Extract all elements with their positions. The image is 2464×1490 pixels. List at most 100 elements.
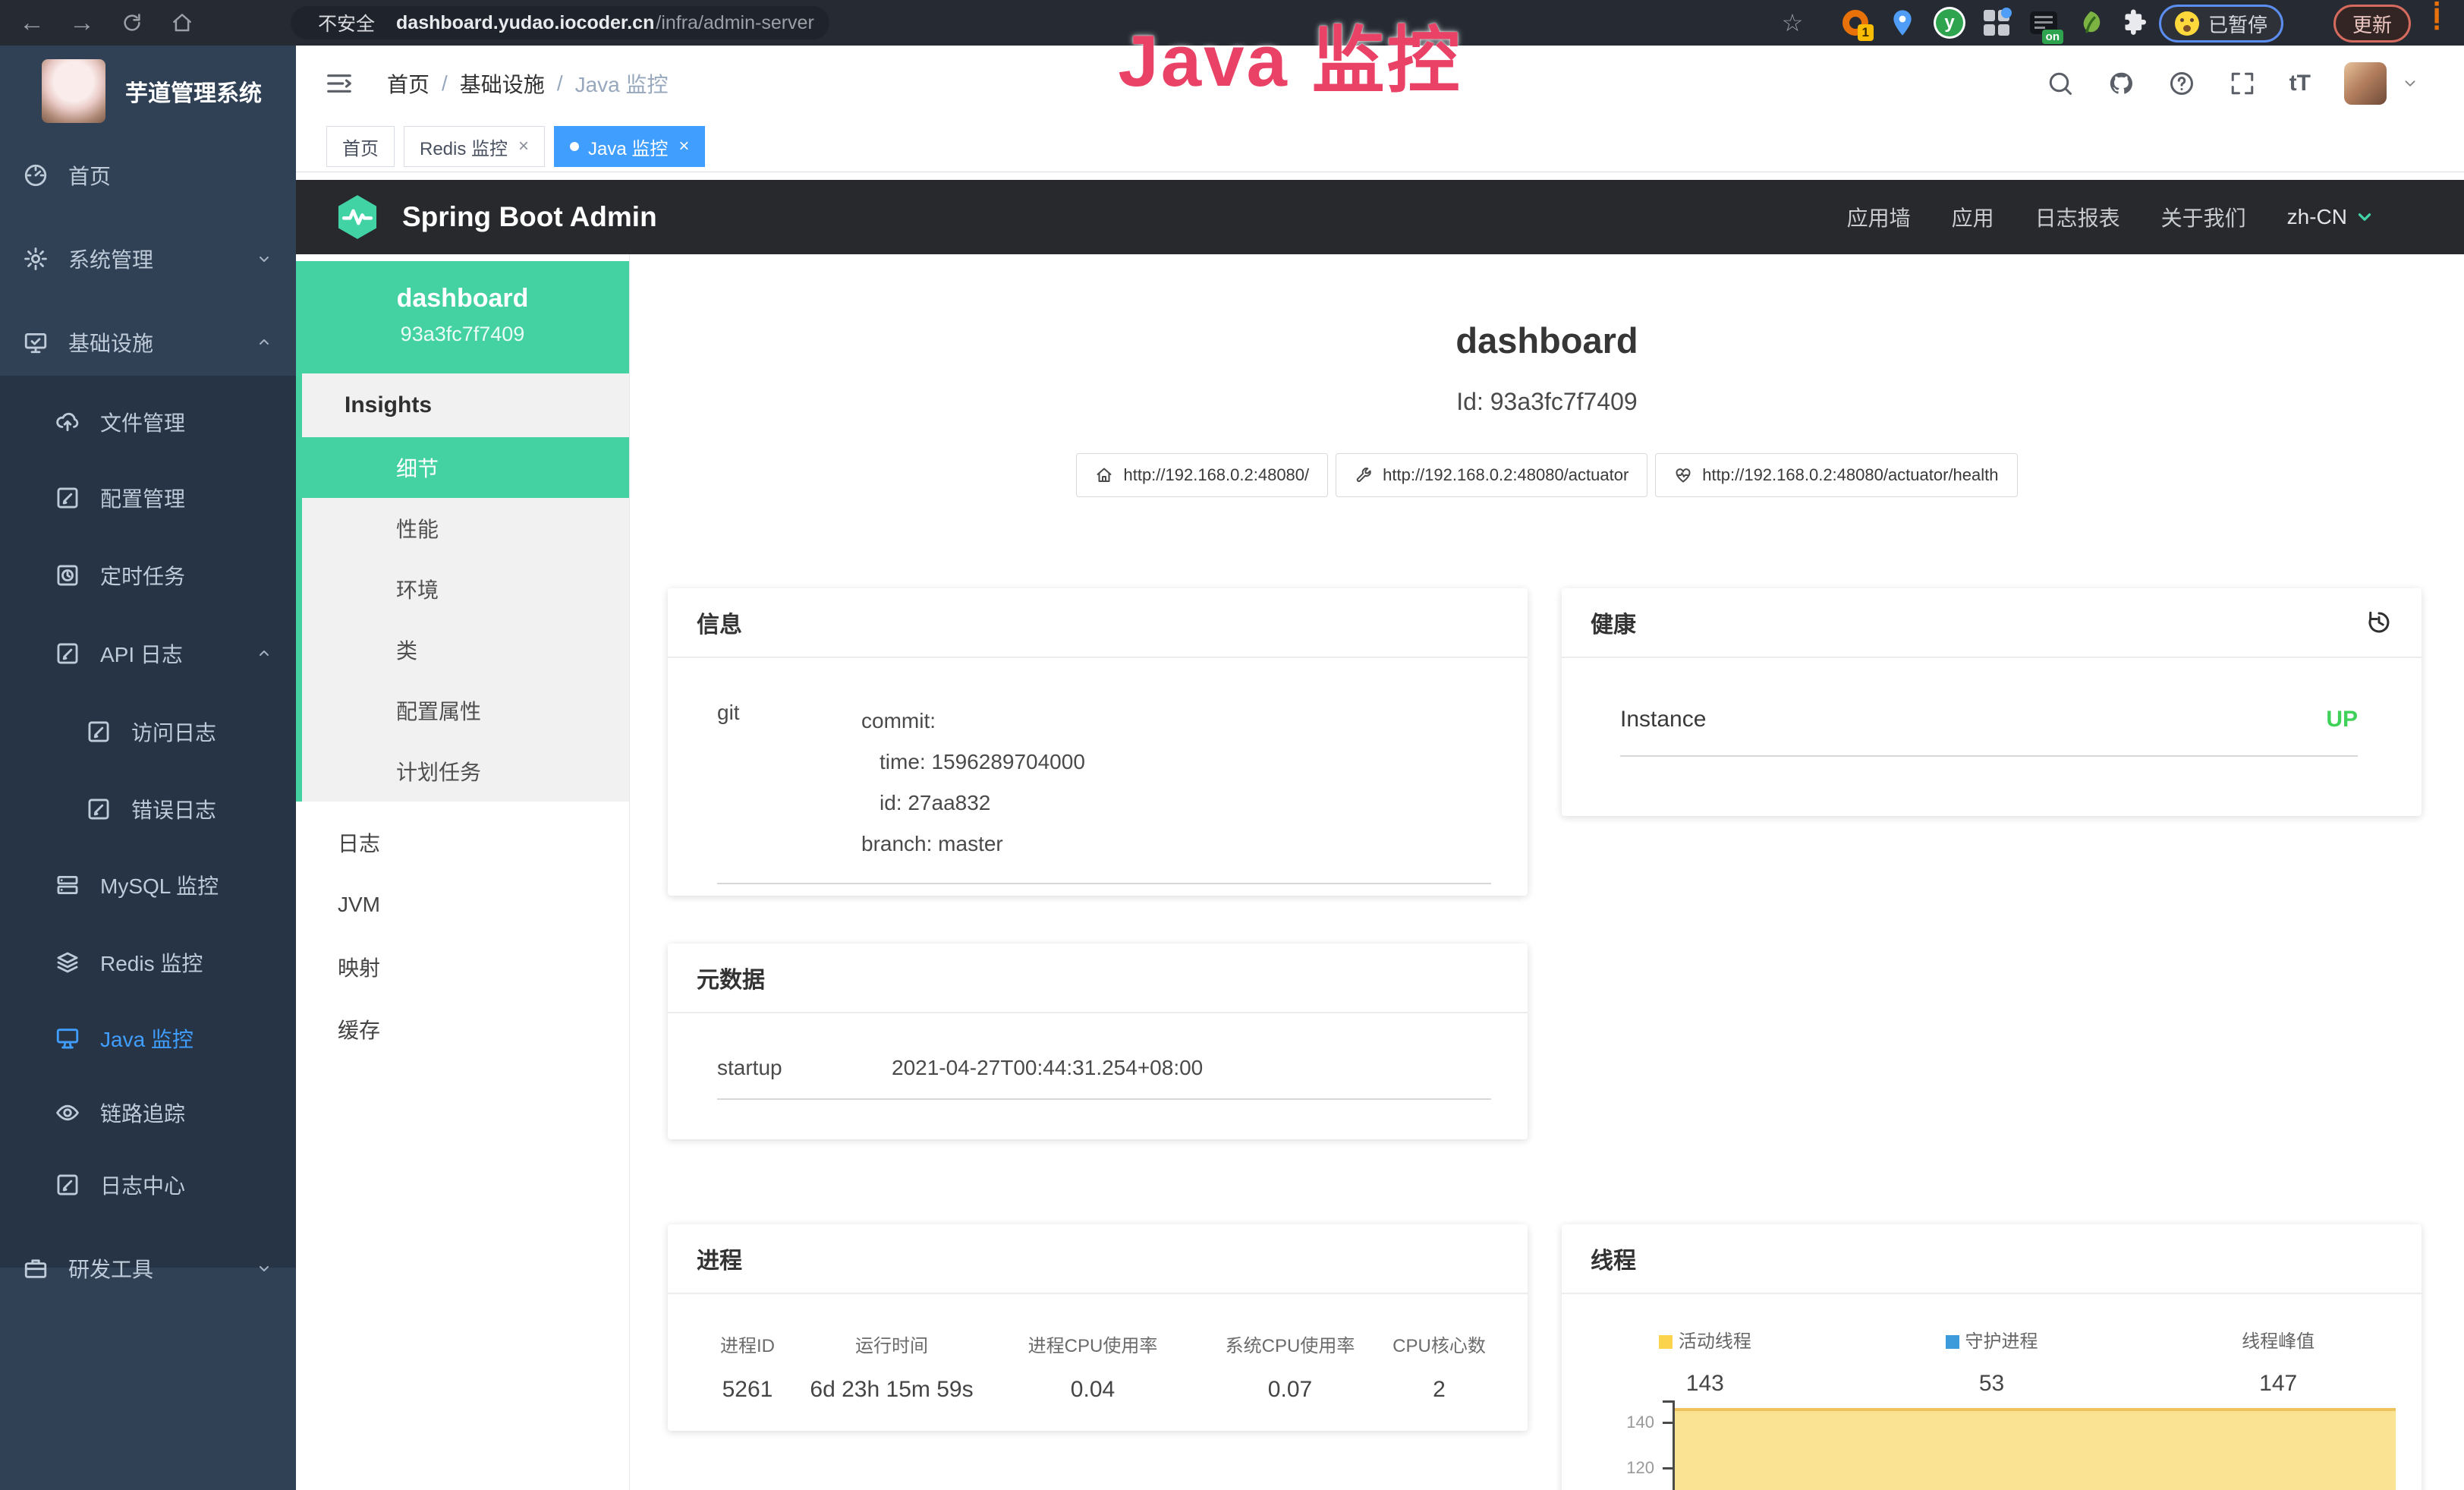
- locale-selector[interactable]: zh-CN: [2287, 205, 2374, 229]
- health-url-button[interactable]: http://192.168.0.2:48080/actuator/health: [1655, 453, 2017, 497]
- sidebar-item-infra[interactable]: 基础设施: [0, 307, 296, 377]
- user-avatar[interactable]: [2344, 62, 2387, 105]
- github-icon[interactable]: [2107, 70, 2135, 97]
- breadcrumb-home[interactable]: 首页: [387, 68, 430, 99]
- chevron-up-icon: [255, 644, 273, 663]
- font-size-icon[interactable]: tT: [2289, 71, 2311, 96]
- sba-item-mappings[interactable]: 映射: [296, 936, 629, 998]
- sba-item-environment[interactable]: 环境: [302, 559, 629, 619]
- app-logo-row[interactable]: 芋道管理系统: [42, 56, 262, 126]
- sidebar-item-api-log[interactable]: API 日志: [0, 619, 296, 688]
- profile-paused-pill[interactable]: 已暂停: [2159, 5, 2283, 43]
- help-icon[interactable]: [2168, 70, 2195, 97]
- tags-view: 首页 Redis 监控 × Java 监控 ×: [296, 121, 2464, 172]
- sidebar-item-system[interactable]: 系统管理: [0, 224, 296, 294]
- home-icon: [1095, 466, 1113, 484]
- instance-header[interactable]: dashboard 93a3fc7f7409: [296, 261, 629, 373]
- address-bar[interactable]: 不安全 dashboard.yudao.iocoder.cn /infra/ad…: [291, 6, 829, 39]
- extension-y-icon[interactable]: y: [1934, 8, 1965, 38]
- sidebar-item-java-monitor[interactable]: Java 监控: [0, 1003, 296, 1073]
- sba-content: dashboard Id: 93a3fc7f7409 http://192.16…: [630, 254, 2464, 1490]
- extension-puzzle-icon[interactable]: [2119, 8, 2150, 38]
- sidebar-item-redis-monitor[interactable]: Redis 监控: [0, 928, 296, 997]
- process-table-header: 进程ID 运行时间 进程CPU使用率 系统CPU使用率 CPU核心数: [668, 1331, 1528, 1357]
- sidebar-item-error-log[interactable]: 错误日志: [0, 774, 296, 844]
- app-sidebar: 芋道管理系统 首页 系统管理 基础设施 文件管理 配置管理 定时任务: [0, 46, 296, 1490]
- instance-name: dashboard: [296, 284, 629, 313]
- page-subtitle: Id: 93a3fc7f7409: [630, 388, 2464, 416]
- forward-icon[interactable]: →: [64, 0, 100, 46]
- threads-legend: 活动线程 守护进程 线程峰值: [1562, 1326, 2422, 1353]
- chevron-up-icon: [255, 333, 273, 351]
- hamburger-icon[interactable]: [325, 69, 354, 98]
- sba-brand-title[interactable]: Spring Boot Admin: [402, 201, 657, 233]
- threads-card: 线程 活动线程 守护进程 线程峰值 143 53 147 140 120 100: [1562, 1224, 2422, 1490]
- breadcrumb-infra[interactable]: 基础设施: [460, 68, 545, 99]
- bookmark-star-icon[interactable]: ☆: [1774, 0, 1811, 46]
- sba-logo-icon[interactable]: [332, 192, 382, 242]
- extension-grid-icon[interactable]: [1981, 8, 2012, 38]
- legend-yellow-swatch: [1659, 1335, 1673, 1349]
- extension-pin-icon[interactable]: [1887, 8, 1918, 38]
- sba-item-scheduled[interactable]: 计划任务: [302, 741, 629, 802]
- gauge-icon: [23, 162, 49, 188]
- reload-icon[interactable]: [114, 0, 150, 46]
- tab-redis-monitor[interactable]: Redis 监控 ×: [404, 126, 545, 167]
- sidebar-item-config-manage[interactable]: 配置管理: [0, 463, 296, 533]
- edit-square-icon: [86, 719, 112, 745]
- metadata-card-title: 元数据: [668, 943, 1528, 1013]
- update-button[interactable]: 更新: [2333, 5, 2411, 43]
- security-label[interactable]: 不安全: [318, 9, 375, 36]
- edit-square-icon: [86, 796, 112, 822]
- threads-chart: 140 120 100: [1606, 1400, 2400, 1490]
- extension-leaf-icon[interactable]: [2075, 8, 2106, 38]
- home-icon[interactable]: [164, 0, 200, 46]
- actuator-url-button[interactable]: http://192.168.0.2:48080/actuator: [1336, 453, 1647, 497]
- sidebar-item-file-manage[interactable]: 文件管理: [0, 387, 296, 457]
- sba-nav-wallboard[interactable]: 应用墙: [1847, 202, 1911, 232]
- history-icon[interactable]: [2365, 609, 2393, 636]
- sidebar-item-home[interactable]: 首页: [0, 140, 296, 210]
- info-key: git: [717, 701, 861, 865]
- sba-nav-journal[interactable]: 日志报表: [2035, 202, 2120, 232]
- caret-down-icon[interactable]: [2402, 75, 2418, 92]
- sidebar-item-scheduled-tasks[interactable]: 定时任务: [0, 540, 296, 610]
- tab-home[interactable]: 首页: [326, 126, 395, 167]
- close-icon[interactable]: ×: [518, 136, 529, 157]
- metadata-body: startup 2021-04-27T00:44:31.254+08:00: [668, 1013, 1528, 1080]
- peak-threads-value: 147: [2135, 1371, 2422, 1397]
- metadata-value: 2021-04-27T00:44:31.254+08:00: [892, 1056, 1203, 1080]
- fullscreen-icon[interactable]: [2229, 70, 2256, 97]
- insights-section-title: Insights: [302, 373, 629, 437]
- sba-item-details[interactable]: 细节: [302, 437, 629, 498]
- sba-nav-applications[interactable]: 应用: [1952, 202, 1994, 232]
- sidebar-item-access-log[interactable]: 访问日志: [0, 697, 296, 767]
- sba-item-logs[interactable]: 日志: [296, 811, 629, 874]
- sidebar-item-log-center[interactable]: 日志中心: [0, 1150, 296, 1220]
- process-card-title: 进程: [668, 1224, 1528, 1294]
- sba-nav-about[interactable]: 关于我们: [2161, 202, 2246, 232]
- back-icon[interactable]: ←: [14, 0, 50, 46]
- sidebar-item-mysql-monitor[interactable]: MySQL 监控: [0, 850, 296, 920]
- sidebar-item-devtools[interactable]: 研发工具: [0, 1233, 296, 1303]
- sba-item-classes[interactable]: 类: [302, 619, 629, 680]
- close-icon[interactable]: ×: [678, 136, 689, 157]
- briefcase-icon: [23, 1255, 49, 1281]
- search-icon[interactable]: [2047, 70, 2074, 97]
- sba-item-config-props[interactable]: 配置属性: [302, 680, 629, 741]
- info-card-title: 信息: [668, 588, 1528, 658]
- tab-java-monitor[interactable]: Java 监控 ×: [554, 126, 705, 167]
- process-card: 进程 进程ID 运行时间 进程CPU使用率 系统CPU使用率 CPU核心数 52…: [668, 1224, 1528, 1431]
- sba-item-metrics[interactable]: 性能: [302, 498, 629, 559]
- java-monitor-icon: [55, 1025, 80, 1051]
- sba-item-jvm[interactable]: JVM: [296, 874, 629, 936]
- instance-links: http://192.168.0.2:48080/ http://192.168…: [630, 453, 2464, 497]
- browser-menu-icon[interactable]: ⋮⋮: [2425, 6, 2440, 27]
- info-card-body: git commit: time: 1596289704000 id: 27aa…: [668, 658, 1528, 865]
- schedule-clock-icon: [55, 562, 80, 588]
- service-url-button[interactable]: http://192.168.0.2:48080/: [1076, 453, 1328, 497]
- extension-orange-icon[interactable]: 1: [1840, 8, 1871, 38]
- sba-item-caches[interactable]: 缓存: [296, 998, 629, 1060]
- extension-on-icon[interactable]: on: [2028, 8, 2059, 38]
- sidebar-item-trace[interactable]: 链路追踪: [0, 1078, 296, 1148]
